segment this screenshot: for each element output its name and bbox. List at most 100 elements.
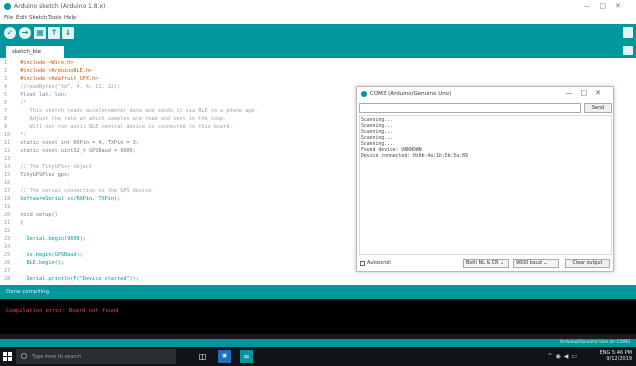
code-line[interactable]: 20 void setup()	[4, 212, 58, 219]
clock-date: 9/12/2019	[606, 356, 632, 362]
minimize-button[interactable]: —	[584, 2, 600, 10]
line-number: 11	[4, 140, 11, 146]
menu-sketch[interactable]: Sketch	[29, 15, 48, 21]
code-line[interactable]: 28 Serial.println(F("Device started"));	[4, 276, 139, 283]
menu-file[interactable]: File	[4, 15, 13, 21]
code-line[interactable]: 19	[4, 204, 20, 211]
code-text: #include <Wire.h>	[20, 60, 74, 66]
code-text: static const int RXPin = 4, TXPin = 3;	[20, 140, 139, 146]
taskbar-search-input[interactable]: Type here to search	[16, 349, 176, 364]
new-button[interactable]: ▦	[34, 27, 46, 39]
code-line[interactable]: 22	[4, 228, 20, 235]
line-number: 25	[4, 252, 11, 258]
line-number: 28	[4, 276, 11, 282]
open-button[interactable]: ↑	[48, 27, 60, 39]
code-line[interactable]: 12 static const uint32_t GPSBaud = 9600;	[4, 148, 136, 155]
code-line[interactable]: 13	[4, 156, 20, 163]
code-line[interactable]: 17 // The serial connection to the GPS d…	[4, 188, 151, 195]
code-text: This sketch reads accelerometer data and…	[20, 108, 258, 114]
store-app-icon[interactable]: ▣	[218, 350, 231, 363]
code-line[interactable]: 25 ss.begin(GPSBaud);	[4, 252, 83, 259]
line-ending-select[interactable]: Both NL & CR ⌄	[463, 259, 509, 268]
console-message: Compilation error: Board not found	[6, 308, 119, 314]
maximize-button[interactable]: □	[600, 2, 616, 10]
tab-bar: sketch_ble	[0, 43, 636, 58]
code-line[interactable]: 14 // The TinyGPS++ object	[4, 164, 92, 171]
line-number: 19	[4, 204, 11, 210]
line-number: 12	[4, 148, 11, 154]
code-line[interactable]: 8 Adjust the rate at which samples are r…	[4, 116, 226, 123]
baud-rate-value: 9600 baud	[516, 261, 542, 266]
serial-close-button[interactable]: ✕	[595, 89, 609, 97]
serial-send-input[interactable]	[359, 103, 581, 113]
search-icon	[21, 353, 27, 359]
line-number: 21	[4, 220, 11, 226]
taskbar-search-placeholder: Type here to search	[32, 354, 82, 360]
task-view-icon[interactable]: ◫	[196, 350, 209, 363]
code-line[interactable]: 4 //readBytes("%d", 4, 4, 11, 12);	[4, 84, 120, 91]
arduino-ide-window: Arduino sketch (Arduino 1.8.x) —□✕ File …	[0, 0, 636, 366]
code-line[interactable]: 21 {	[4, 220, 23, 227]
arduino-taskbar-icon[interactable]: ∞	[240, 350, 253, 363]
taskbar-clock[interactable]: ENG 5:46 PM 9/12/2019	[599, 350, 632, 362]
serial-output: Scanning... Scanning... Scanning... Scannin…	[359, 115, 612, 255]
baud-rate-select[interactable]: 9600 baud ⌄	[513, 259, 559, 268]
code-text: Serial.println(F("Device started"));	[20, 276, 139, 282]
code-line[interactable]: 11 static const int RXPin = 4, TXPin = 3…	[4, 140, 139, 147]
code-text: Adjust the rate at which samples are rea…	[20, 116, 227, 122]
code-text: TinyGPSPlus gps;	[20, 172, 71, 178]
serial-window-controls[interactable]: —□✕	[566, 89, 610, 97]
serial-monitor-footer: Autoscroll Both NL & CR ⌄ 9600 baud ⌄ Cl…	[357, 257, 613, 271]
console-output: Compilation error: Board not found	[0, 299, 636, 339]
system-tray-icons[interactable]: ^◉◀▭	[547, 353, 580, 360]
autoscroll-checkbox[interactable]	[360, 261, 365, 266]
upload-button[interactable]: →	[19, 27, 31, 39]
network-icon[interactable]: ◉	[555, 353, 563, 360]
code-line[interactable]: 7 This sketch reads accelerometer data a…	[4, 108, 258, 115]
clear-output-button[interactable]: Clear output	[565, 259, 610, 268]
windows-start-icon[interactable]	[3, 352, 12, 361]
serial-monitor-title: COM3 (Arduino/Genuino Uno)	[370, 91, 452, 97]
console-header: Done compiling.	[0, 285, 636, 299]
code-line[interactable]: 3 #include <Adafruit_GFX.h>	[4, 76, 98, 83]
close-button[interactable]: ✕	[615, 2, 630, 10]
menu-help[interactable]: Help	[64, 15, 77, 21]
code-line[interactable]: 27	[4, 268, 20, 275]
line-number: 15	[4, 172, 11, 178]
code-line[interactable]: 5 float lat, lon;	[4, 92, 67, 99]
code-text: ss.begin(GPSBaud);	[20, 252, 83, 258]
menu-edit[interactable]: Edit	[16, 15, 27, 21]
send-button[interactable]: Send	[584, 103, 612, 113]
code-line[interactable]: 26 BLE.begin();	[4, 260, 64, 267]
serial-maximize-button[interactable]: □	[581, 89, 596, 97]
verify-button[interactable]: ✓	[4, 27, 16, 39]
menu-tools[interactable]: Tools	[48, 15, 62, 21]
code-text: SoftwareSerial ss(RXPin, TXPin);	[20, 196, 121, 202]
tab-menu-button[interactable]	[623, 46, 633, 55]
code-line[interactable]: 23 Serial.begin(9600);	[4, 236, 86, 243]
code-line[interactable]: 2 #include <ArduinoBLE.h>	[4, 68, 92, 75]
code-line[interactable]: 1 #include <Wire.h>	[4, 60, 73, 67]
code-line[interactable]: 10 */	[4, 132, 27, 139]
keyboard-icon[interactable]: ▭	[571, 353, 580, 360]
save-button[interactable]: ↓	[62, 27, 74, 39]
code-text: void setup()	[20, 212, 58, 218]
line-number: 10	[4, 132, 11, 138]
code-line[interactable]: 16	[4, 180, 20, 187]
line-number: 5	[4, 92, 8, 98]
code-line[interactable]: 9 Will not run until BLE central device …	[4, 124, 233, 131]
line-number: 20	[4, 212, 11, 218]
code-line[interactable]: 6 /*	[4, 100, 27, 107]
code-text: /*	[20, 100, 27, 106]
code-line[interactable]: 18 SoftwareSerial ss(RXPin, TXPin);	[4, 196, 120, 203]
serial-output-line: Device connected: 0x6b:4a:1b:5b:5a:89	[361, 154, 468, 159]
line-number: 17	[4, 188, 11, 194]
window-controls[interactable]: —□✕	[584, 2, 631, 10]
tab-sketch[interactable]: sketch_ble	[6, 46, 64, 58]
chevron-down-icon: ⌄	[543, 261, 548, 266]
code-line[interactable]: 15 TinyGPSPlus gps;	[4, 172, 70, 179]
code-line[interactable]: 24	[4, 244, 20, 251]
serial-monitor-button[interactable]	[623, 27, 633, 38]
code-text: float lat, lon;	[20, 92, 68, 98]
serial-minimize-button[interactable]: —	[566, 89, 581, 97]
